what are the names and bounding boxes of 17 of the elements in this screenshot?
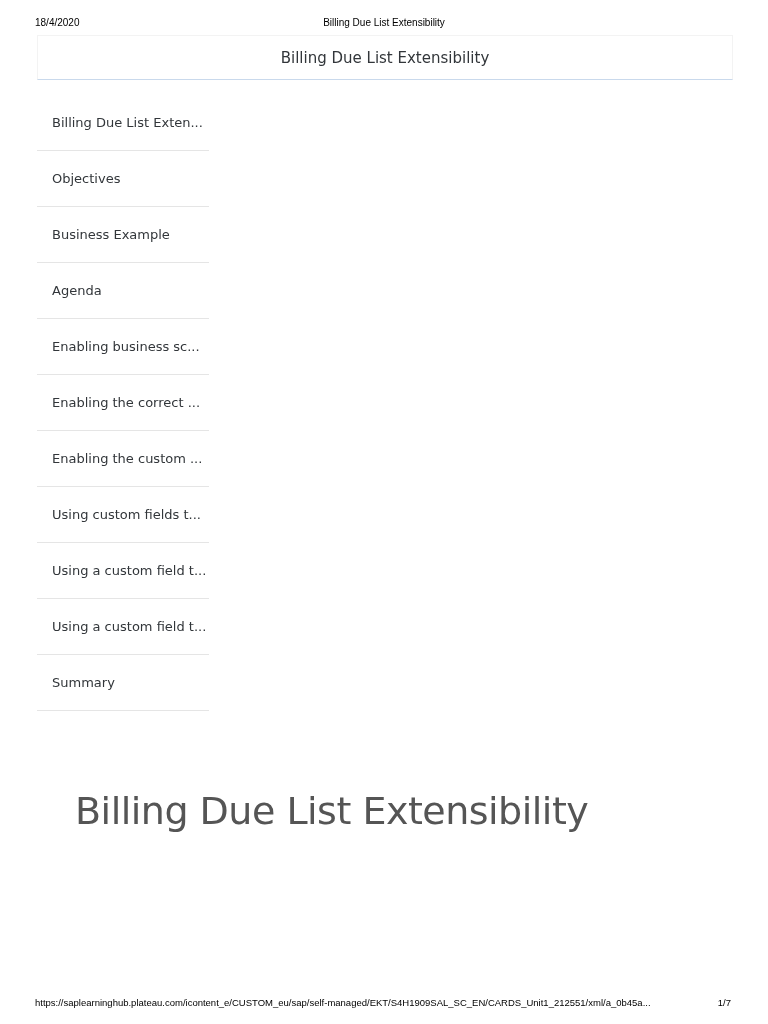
nav-item[interactable]: Using a custom field t...	[37, 599, 209, 655]
print-date: 18/4/2020	[35, 17, 80, 28]
nav-item[interactable]: Using a custom field t...	[37, 543, 209, 599]
page-heading: Billing Due List Extensibility	[75, 789, 590, 833]
nav-item[interactable]: Enabling business sc...	[37, 319, 209, 375]
nav-item[interactable]: Summary	[37, 655, 209, 711]
nav-item[interactable]: Enabling the custom ...	[37, 431, 209, 487]
nav-item[interactable]: Agenda	[37, 263, 209, 319]
print-title: Billing Due List Extensibility	[323, 17, 445, 28]
nav-item[interactable]: Billing Due List Exten...	[37, 95, 209, 151]
nav-item[interactable]: Business Example	[37, 207, 209, 263]
page-number: 1/7	[717, 997, 731, 1008]
nav-item[interactable]: Enabling the correct ...	[37, 375, 209, 431]
header-title: Billing Due List Extensibility	[280, 48, 490, 67]
nav-item[interactable]: Objectives	[37, 151, 209, 207]
print-url: https://saplearninghub.plateau.com/icontent_e/CUSTOM_eu/sap/self-managed/EKT/S4H1909SAL_SC_EN/CARDS_Unit1_212551/xml/a_0b45a...	[35, 997, 651, 1008]
nav-item[interactable]: Using custom fields t...	[37, 487, 209, 543]
